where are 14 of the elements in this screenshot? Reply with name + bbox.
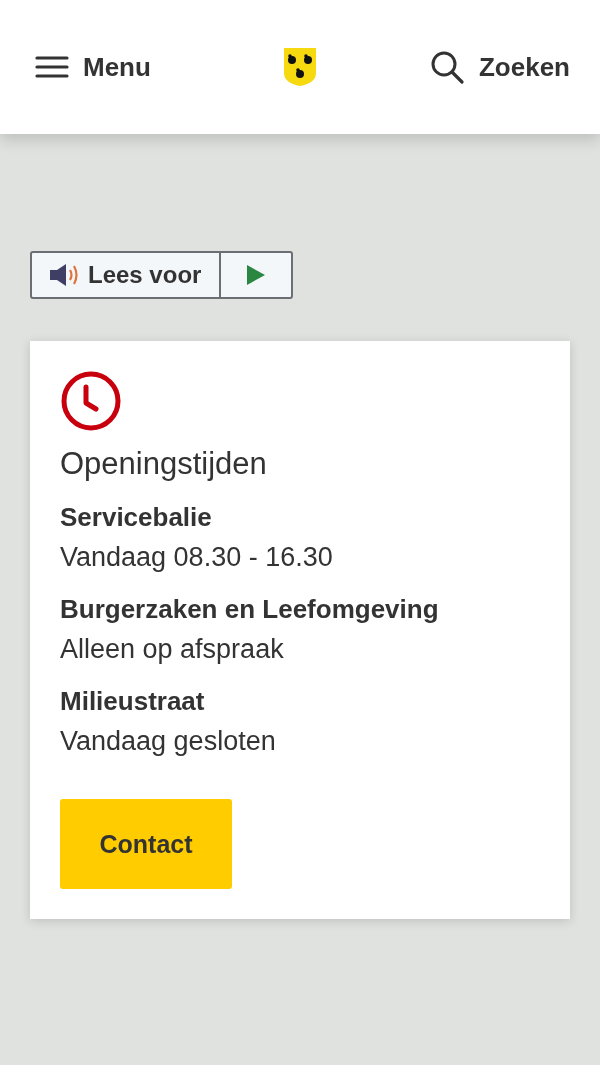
location-name: Milieustraat [60, 686, 206, 717]
location-name: Servicebalie [60, 502, 213, 533]
opening-hours-text: Vandaag gesloten [60, 726, 276, 757]
menu-icon [35, 55, 69, 79]
opening-hours-text: Alleen op afspraak [60, 634, 285, 665]
menu-button[interactable]: Menu [35, 51, 151, 83]
clock-icon [60, 370, 122, 432]
contact-button[interactable]: Contact [60, 799, 232, 889]
coat-of-arms-logo[interactable] [282, 47, 317, 87]
read-aloud-button[interactable]: Lees voor [32, 253, 222, 297]
location-name: Burgerzaken en Leefomgeving [60, 594, 439, 625]
card-title: Openingstijden [60, 446, 267, 482]
search-button[interactable]: Zoeken [428, 49, 570, 85]
opening-hours-text: Vandaag 08.30 - 16.30 [60, 542, 333, 573]
